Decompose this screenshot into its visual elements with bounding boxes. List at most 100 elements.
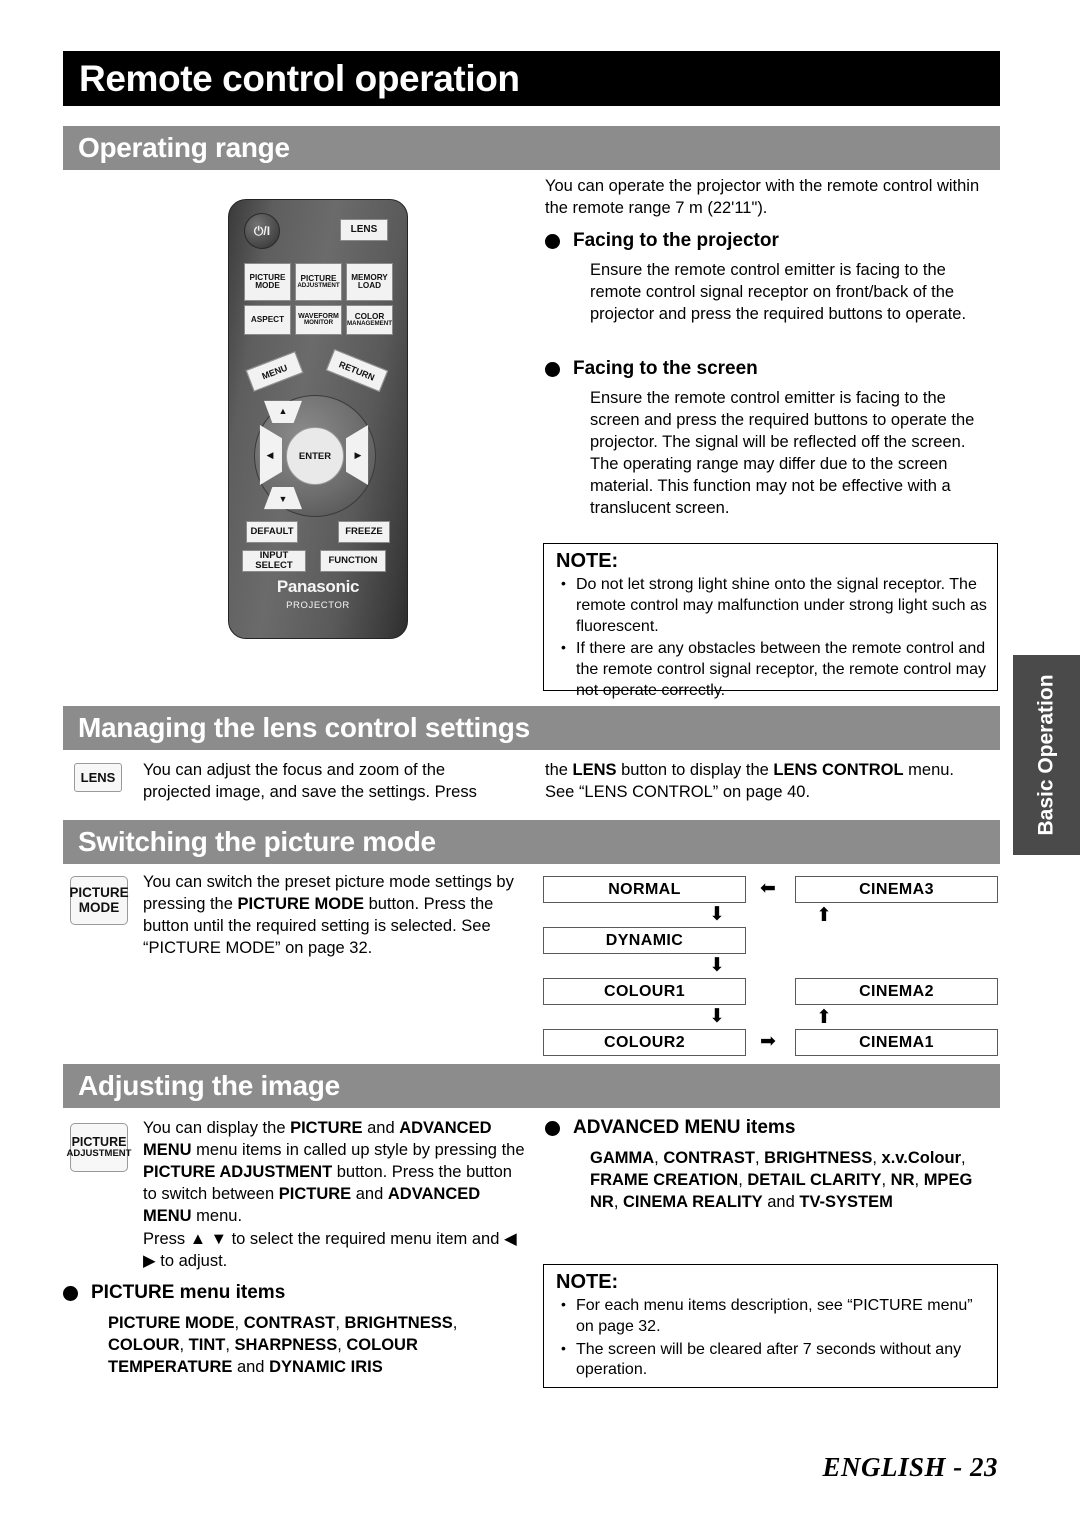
advanced-menu-heading: ADVANCED MENU items [573, 1117, 796, 1138]
lens-control-body-col1: You can adjust the focus and zoom of the… [143, 760, 528, 804]
remote-freeze-button: FREEZE [338, 521, 390, 543]
remote-input-select-button: INPUT SELECT [242, 550, 306, 572]
facing-screen-heading: Facing to the screen [573, 358, 758, 379]
remote-aspect-button: ASPECT [244, 305, 291, 335]
flow-arrow-up-icon: ⬆ [816, 905, 832, 926]
bullet-dot-icon [545, 234, 560, 249]
t: the [545, 761, 573, 779]
flow-arrow-right-icon: ➡ [760, 1031, 776, 1052]
t: menu. [191, 1206, 243, 1225]
picture-adjustment-key-icon: PICTURE ADJUSTMENT [67, 1123, 131, 1172]
menu-item: BRIGHTNESS [344, 1314, 453, 1332]
remote-picture-mode-button: PICTURE MODE [244, 263, 291, 301]
t: , [234, 1314, 244, 1332]
adjusting-image-body-p2: Press ▲ ▼ to select the required menu it… [143, 1230, 517, 1270]
lens-body-line2: projected image, and save the settings. … [143, 782, 477, 801]
advanced-menu-heading-row: ADVANCED MENU items [545, 1117, 1000, 1139]
t: menu. [903, 761, 955, 779]
t: , [961, 1149, 966, 1167]
section-header-adjusting-image: Adjusting the image [63, 1064, 1000, 1108]
note-box-adjusting-image: NOTE: For each menu items description, s… [543, 1264, 998, 1388]
t: , [452, 1314, 458, 1332]
t: button to display the [616, 761, 774, 779]
picture-menu-items: PICTURE MODE, CONTRAST, BRIGHTNESS, COLO… [108, 1313, 528, 1379]
flow-box-colour2: COLOUR2 [543, 1029, 746, 1056]
remote-picture-adjustment-button: PICTURE ADJUSTMENT [295, 263, 342, 301]
lens-control-bold: LENS CONTROL [773, 761, 904, 779]
t: , [738, 1170, 748, 1189]
flow-box-cinema3: CINEMA3 [795, 876, 998, 903]
flow-arrow-down-icon: ⬇ [709, 955, 725, 976]
menu-item: TINT [188, 1335, 226, 1354]
flow-arrow-left-icon: ⬅ [760, 878, 776, 899]
picture-bold: PICTURE [290, 1119, 363, 1137]
menu-item: TV-SYSTEM [799, 1192, 893, 1211]
flow-box-normal: NORMAL [543, 876, 746, 903]
facing-projector-heading: Facing to the projector [573, 230, 779, 251]
t: , [881, 1170, 891, 1189]
t: , [613, 1192, 624, 1211]
t: , [225, 1335, 235, 1354]
t: menu items in called up style by pressin… [191, 1140, 525, 1159]
power-button-icon: ⏻/I [244, 213, 280, 249]
menu-item: COLOUR [108, 1335, 180, 1354]
section-title: Operating range [78, 132, 290, 163]
remote-enter-button: ENTER [286, 427, 344, 485]
remote-waveform-monitor-button: WAVEFORM MONITOR [295, 305, 342, 335]
menu-item: x.v.Colour [881, 1149, 961, 1167]
lens-key-icon: LENS [74, 763, 122, 792]
adjusting-image-body-p1: You can display the PICTURE and ADVANCED… [143, 1118, 528, 1228]
bullet-dot-icon [63, 1286, 78, 1301]
note-title: NOTE: [556, 1271, 619, 1293]
side-tab-label: Basic Operation [1034, 674, 1058, 836]
t: and [362, 1119, 400, 1137]
t: and [762, 1192, 800, 1211]
lens-body-line1: You can adjust the focus and zoom of the [143, 761, 446, 779]
picture-mode-flow-diagram: NORMAL DYNAMIC COLOUR1 COLOUR2 CINEMA3 C… [543, 876, 998, 1056]
t: and [351, 1184, 388, 1203]
menu-item: DETAIL CLARITY [747, 1170, 882, 1189]
operating-range-intro: You can operate the projector with the r… [545, 177, 980, 217]
section-title: Adjusting the image [78, 1070, 340, 1101]
page-title-bar: Remote control operation [63, 51, 1000, 106]
t: , [914, 1170, 924, 1189]
bullet-dot-icon [545, 1121, 560, 1136]
menu-item: CINEMA REALITY [623, 1192, 763, 1211]
note-item: Do not let strong light shine onto the s… [556, 574, 987, 637]
t: , [179, 1335, 189, 1354]
menu-item: BRIGHTNESS [764, 1149, 873, 1167]
picture-mode-key-icon: PICTURE MODE [69, 876, 129, 925]
note-list: Do not let strong light shine onto the s… [556, 574, 987, 702]
note-title: NOTE: [556, 550, 619, 572]
menu-item: CONTRAST [663, 1149, 755, 1167]
lens-body-line4: See “LENS CONTROL” on page 40. [545, 782, 811, 801]
panasonic-logo: Panasonic [276, 577, 360, 596]
flow-arrow-down-icon: ⬇ [709, 904, 725, 925]
remote-control-illustration: ⏻/I LENS PICTURE MODE PICTURE ADJUSTMENT… [228, 199, 408, 639]
t: , [654, 1149, 664, 1167]
page-footer: ENGLISH - 23 [0, 1452, 998, 1483]
lens-control-body-col2: the LENS button to display the LENS CONT… [545, 760, 1000, 804]
section-title: Managing the lens control settings [78, 712, 530, 743]
flow-box-cinema1: CINEMA1 [795, 1029, 998, 1056]
facing-projector-heading-row: Facing to the projector [545, 230, 995, 252]
section-header-lens-control: Managing the lens control settings [63, 706, 1000, 750]
side-tab-basic-operation: Basic Operation [1013, 655, 1080, 855]
picture-mode-bold: PICTURE MODE [237, 894, 364, 913]
remote-lens-button: LENS [340, 219, 388, 241]
note-item: The screen will be cleared after 7 secon… [556, 1339, 987, 1382]
flow-box-cinema2: CINEMA2 [795, 978, 998, 1005]
facing-screen-heading-row: Facing to the screen [545, 358, 995, 380]
t: , [755, 1149, 765, 1167]
flow-arrow-down-icon: ⬇ [709, 1006, 725, 1027]
t: , [872, 1149, 882, 1167]
picture-bold: PICTURE [278, 1184, 352, 1203]
menu-item: NR [890, 1170, 915, 1189]
section-header-operating-range: Operating range [63, 126, 1000, 170]
lens-body-line3: the LENS button to display the LENS CONT… [545, 760, 1000, 782]
t: , [335, 1314, 345, 1332]
remote-color-management-button: COLOR MANAGEMENT [346, 305, 393, 335]
facing-projector-body: Ensure the remote control emitter is fac… [590, 261, 967, 323]
menu-item: CONTRAST [243, 1314, 336, 1332]
menu-item: PICTURE MODE [108, 1314, 235, 1332]
